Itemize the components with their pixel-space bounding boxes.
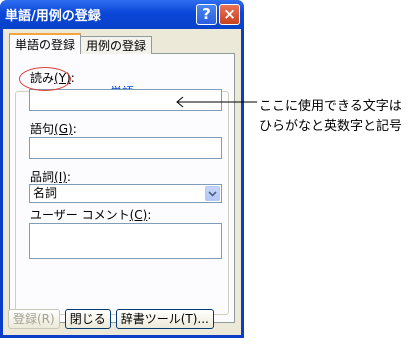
dialog-window: 単語/用例の登録 ? × 単語の登録 用例の登録 単語 読み(Y): <box>0 0 244 338</box>
dropdown-arrow-button[interactable] <box>205 186 220 201</box>
comment-label: ユーザー コメント(C): <box>30 206 151 223</box>
close-button[interactable]: 閉じる <box>64 309 111 329</box>
comment-textarea[interactable] <box>29 223 222 259</box>
annotation-line-1: ここに使用できる文字は <box>259 99 402 114</box>
annotation-highlight-ring <box>19 67 71 91</box>
close-window-button[interactable]: × <box>219 4 240 25</box>
tab-word-registration[interactable]: 単語の登録 <box>9 33 82 54</box>
phrase-label: 語句(G): <box>30 120 77 137</box>
tab-strip: 単語の登録 用例の登録 <box>9 33 153 54</box>
phrase-input[interactable] <box>29 137 222 159</box>
comment-colon: : <box>147 208 152 222</box>
help-icon: ? <box>202 5 211 23</box>
screenshot-page: 単語/用例の登録 ? × 単語の登録 用例の登録 単語 読み(Y): <box>0 0 418 363</box>
annotation-text: ここに使用できる文字は ひらがなと英数字と記号 <box>259 97 402 137</box>
help-button[interactable]: ? <box>196 4 217 25</box>
pos-select[interactable]: 名詞 <box>29 184 222 203</box>
dialog-button-row: 登録(R) 閉じる 辞書ツール(T)... <box>8 309 219 329</box>
comment-label-text: ユーザー コメント <box>30 208 130 222</box>
pos-colon: : <box>66 170 71 184</box>
register-button[interactable]: 登録(R) <box>8 309 60 329</box>
annotation-arrow-icon <box>176 96 257 108</box>
phrase-accel-key: (G) <box>54 122 73 136</box>
reading-colon: : <box>70 71 75 85</box>
title-bar[interactable]: 単語/用例の登録 ? × <box>0 0 244 29</box>
pos-selected-value: 名詞 <box>33 186 58 200</box>
pos-label-text: 品詞 <box>30 170 55 184</box>
tab-example-registration[interactable]: 用例の登録 <box>80 36 153 54</box>
phrase-label-text: 語句 <box>30 122 55 136</box>
dictionary-tool-button[interactable]: 辞書ツール(T)... <box>115 309 214 329</box>
pos-label: 品詞(I): <box>30 168 71 185</box>
pos-accel-key: (I) <box>54 170 67 184</box>
chevron-down-icon <box>208 190 217 197</box>
comment-accel-key: (C) <box>129 208 148 222</box>
close-icon: × <box>223 5 236 23</box>
window-title: 単語/用例の登録 <box>5 9 101 24</box>
phrase-colon: : <box>72 122 77 136</box>
annotation-line-2: ひらがなと英数字と記号 <box>259 119 403 134</box>
